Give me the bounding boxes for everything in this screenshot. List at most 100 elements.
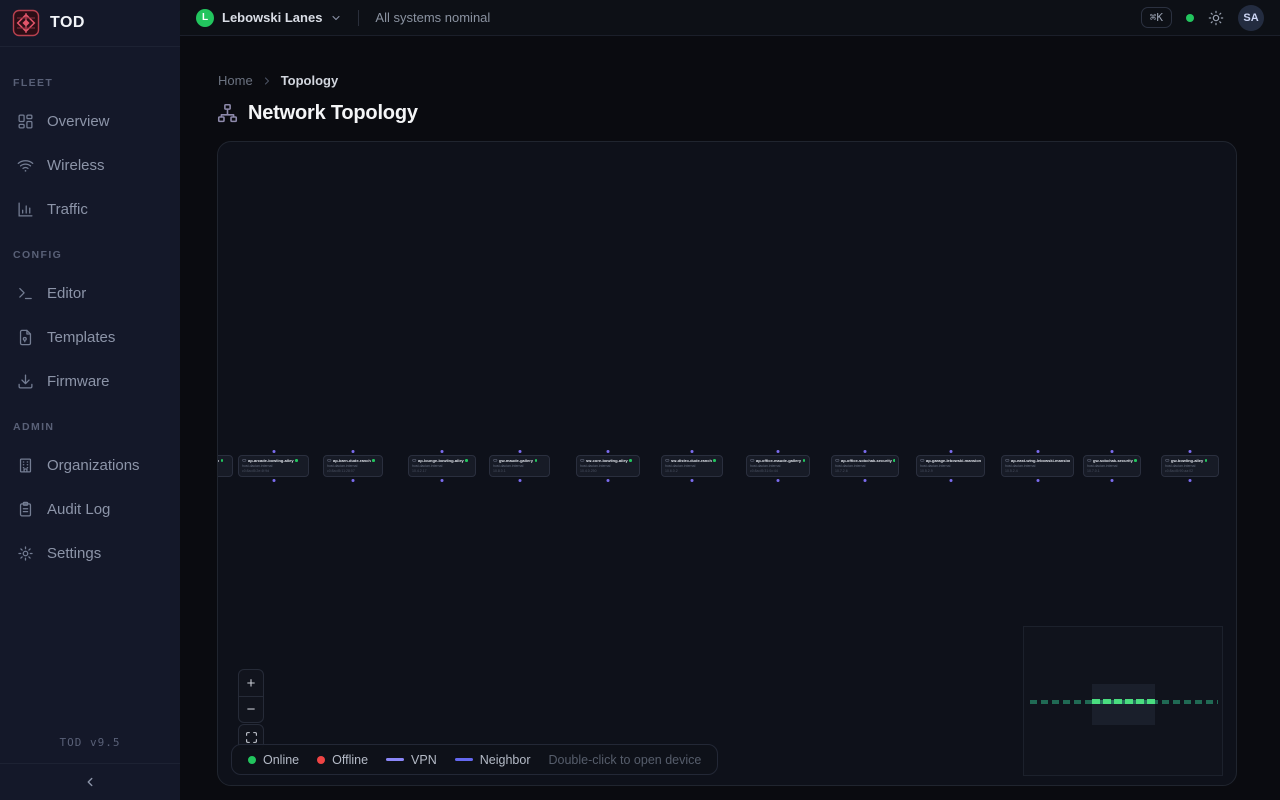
topology-node[interactable]: ap-office-maude-gallery host.dacian.inte…	[746, 455, 810, 477]
node-fqdn: host.dacian.internal	[412, 464, 472, 468]
neighbor-line-swatch	[455, 758, 473, 761]
node-status-dot	[535, 459, 538, 462]
legend-online: Online	[248, 753, 299, 767]
sidebar-item-label: Editor	[47, 285, 86, 302]
legend-vpn: VPN	[386, 753, 437, 767]
connection-handle-bottom	[1189, 479, 1192, 482]
org-selector[interactable]: L Lebowski Lanes	[196, 9, 342, 27]
theme-toggle-button[interactable]	[1208, 10, 1224, 26]
user-avatar[interactable]: SA	[1238, 5, 1264, 31]
node-fqdn: host.dacian.internal	[920, 464, 981, 468]
zoom-controls: + −	[238, 669, 264, 723]
node-name: ap-arcade-bowling-alley	[248, 458, 294, 463]
node-status-dot	[1134, 459, 1137, 462]
wifi-icon	[17, 157, 34, 174]
brand-logo-icon	[12, 9, 40, 37]
download-icon	[17, 373, 34, 390]
app-logo-row[interactable]: TOD	[0, 0, 180, 47]
sidebar-item-settings[interactable]: Settings	[0, 531, 180, 575]
sidebar-item-templates[interactable]: Templates	[0, 315, 180, 359]
grid-icon	[17, 113, 34, 130]
org-avatar: L	[196, 9, 214, 27]
node-status-dot	[372, 459, 375, 462]
zoom-out-button[interactable]: −	[239, 696, 263, 722]
offline-dot	[317, 756, 325, 764]
sun-icon	[1208, 10, 1224, 26]
topology-node[interactable]: sw-distro-dude-ranch host.dacian.interna…	[661, 455, 723, 477]
section-label-fleet: FLEET	[0, 71, 180, 99]
terminal-icon	[17, 285, 34, 302]
node-name: gw-maude-gallery	[499, 458, 533, 463]
connection-handle-bottom	[272, 479, 275, 482]
org-name: Lebowski Lanes	[222, 10, 322, 25]
topology-node[interactable]: ap-barn-dude-ranch host.dacian.internal …	[323, 455, 383, 477]
sidebar-item-label: Templates	[47, 329, 115, 346]
topology-node[interactable]: gw-sobchak-security host.dacian.internal…	[1083, 455, 1141, 477]
sidebar-nav: FLEET Overview Wireless Traffic CON	[0, 47, 180, 726]
section-label-config: CONFIG	[0, 243, 180, 271]
sidebar-item-label: Overview	[47, 113, 110, 130]
sidebar-item-editor[interactable]: Editor	[0, 271, 180, 315]
node-name: ap-office-sobchak-security	[841, 458, 892, 463]
legend-neighbor: Neighbor	[455, 753, 531, 767]
connection-handle-bottom	[352, 479, 355, 482]
topology-node[interactable]: sw-core-bowling-alley host.dacian.intern…	[576, 455, 640, 477]
clipboard-icon	[17, 501, 34, 518]
node-name: ap-office-maude-gallery	[756, 458, 801, 463]
topology-node[interactable]: ap-east-wing-lebowski-mansion host.dacia…	[1001, 455, 1074, 477]
node-meta: 10.5.2.4	[1005, 469, 1070, 473]
sidebar-collapse-button[interactable]	[0, 763, 180, 800]
sidebar-item-wireless[interactable]: Wireless	[0, 143, 180, 187]
node-meta: 10.7.0.1	[1087, 469, 1137, 473]
topology-legend: Online Offline VPN Neighbor Double-click…	[231, 744, 718, 775]
connection-handle-top	[272, 450, 275, 453]
topology-node[interactable]: gw-bowling-alley host.dacian.internal c0…	[1161, 455, 1219, 477]
connection-handle-top	[1111, 450, 1114, 453]
command-palette-shortcut[interactable]: ⌘K	[1141, 7, 1172, 28]
node-meta: 10.4.0.250	[580, 469, 636, 473]
node-fqdn: host.dacian.internal	[835, 464, 895, 468]
topology-node[interactable]: ap-arcade-bowling-alley host.dacian.inte…	[238, 455, 309, 477]
connection-handle-top	[1036, 450, 1039, 453]
gear-icon	[17, 545, 34, 562]
main-content: Home Topology Network Topology ap-den-du…	[180, 36, 1280, 800]
zoom-in-button[interactable]: +	[239, 670, 263, 696]
node-meta: 10.6.0.2	[665, 469, 719, 473]
connection-handle-top	[441, 450, 444, 453]
topology-node[interactable]: ap-den-dude-ranch host.dacian.internal 1…	[217, 455, 233, 477]
node-status-dot	[295, 459, 298, 462]
device-icon	[1165, 458, 1170, 463]
breadcrumb-home-link[interactable]: Home	[218, 73, 253, 88]
node-meta: c0:8a:d5:2e:4f:9d	[242, 469, 305, 473]
topology-node[interactable]: gw-maude-gallery host.dacian.internal 10…	[489, 455, 550, 477]
topology-node[interactable]: ap-lounge-bowling-alley host.dacian.inte…	[408, 455, 476, 477]
sidebar-item-label: Organizations	[47, 457, 140, 474]
topbar-divider	[358, 10, 359, 26]
sidebar-item-firmware[interactable]: Firmware	[0, 359, 180, 403]
node-name: sw-core-bowling-alley	[586, 458, 628, 463]
sidebar-item-audit-log[interactable]: Audit Log	[0, 487, 180, 531]
node-fqdn: host.dacian.internal	[750, 464, 806, 468]
device-icon	[1087, 458, 1092, 463]
device-icon	[412, 458, 417, 463]
sidebar-item-traffic[interactable]: Traffic	[0, 187, 180, 231]
connection-handle-top	[1189, 450, 1192, 453]
topology-canvas[interactable]: ap-den-dude-ranch host.dacian.internal 1…	[217, 141, 1237, 786]
connection-status-dot	[1186, 14, 1194, 22]
sidebar-item-organizations[interactable]: Organizations	[0, 443, 180, 487]
device-icon	[920, 458, 925, 463]
device-icon	[242, 458, 247, 463]
topology-node[interactable]: ap-garage-lebowski-mansion host.dacian.i…	[916, 455, 985, 477]
node-meta: 10.8.0.1	[493, 469, 546, 473]
minimap[interactable]	[1023, 626, 1223, 776]
file-icon	[17, 329, 34, 346]
node-name: ap-barn-dude-ranch	[333, 458, 371, 463]
sidebar-item-label: Audit Log	[47, 501, 110, 518]
bar-chart-icon	[17, 201, 34, 218]
sidebar-item-overview[interactable]: Overview	[0, 99, 180, 143]
topbar: L Lebowski Lanes All systems nominal ⌘K …	[180, 0, 1280, 36]
connection-handle-bottom	[518, 479, 521, 482]
topology-node[interactable]: ap-office-sobchak-security host.dacian.i…	[831, 455, 899, 477]
node-status-dot	[893, 459, 895, 462]
minimap-viewport[interactable]	[1092, 684, 1155, 725]
